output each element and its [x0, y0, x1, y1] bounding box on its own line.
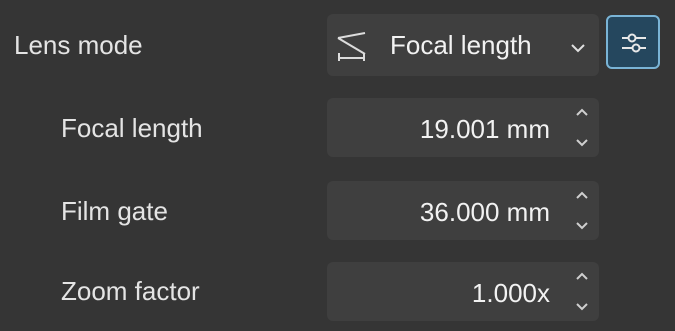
- zoom-factor-label: Zoom factor: [61, 276, 200, 306]
- lens-settings-panel: Lens mode Focal length Focal length 19.0…: [0, 0, 675, 331]
- spin-down-icon[interactable]: [576, 222, 588, 230]
- focal-length-value: 19.001 mm: [419, 114, 550, 144]
- lens-mode-dropdown[interactable]: Focal length: [327, 14, 599, 76]
- film-gate-spinner[interactable]: [572, 185, 592, 237]
- spin-up-icon[interactable]: [576, 108, 588, 116]
- chevron-down-icon: [570, 40, 586, 58]
- lens-mode-value: Focal length: [390, 30, 532, 60]
- focal-length-spinner[interactable]: [572, 102, 592, 154]
- film-gate-label: Film gate: [61, 196, 168, 226]
- focal-length-field[interactable]: 19.001 mm: [327, 98, 599, 157]
- sliders-icon: [622, 33, 646, 53]
- zoom-factor-value: 1.000x: [471, 278, 550, 308]
- focal-length-mode-icon: [335, 30, 369, 67]
- lens-mode-label: Lens mode: [14, 30, 143, 60]
- lens-settings-button[interactable]: [606, 15, 660, 69]
- spin-down-icon[interactable]: [576, 303, 588, 311]
- film-gate-value: 36.000 mm: [419, 197, 550, 227]
- spin-down-icon[interactable]: [576, 139, 588, 147]
- zoom-factor-field[interactable]: 1.000x: [327, 262, 599, 321]
- film-gate-field[interactable]: 36.000 mm: [327, 181, 599, 240]
- zoom-factor-spinner[interactable]: [572, 266, 592, 318]
- spin-up-icon[interactable]: [576, 191, 588, 199]
- spin-up-icon[interactable]: [576, 272, 588, 280]
- focal-length-label: Focal length: [61, 113, 203, 143]
